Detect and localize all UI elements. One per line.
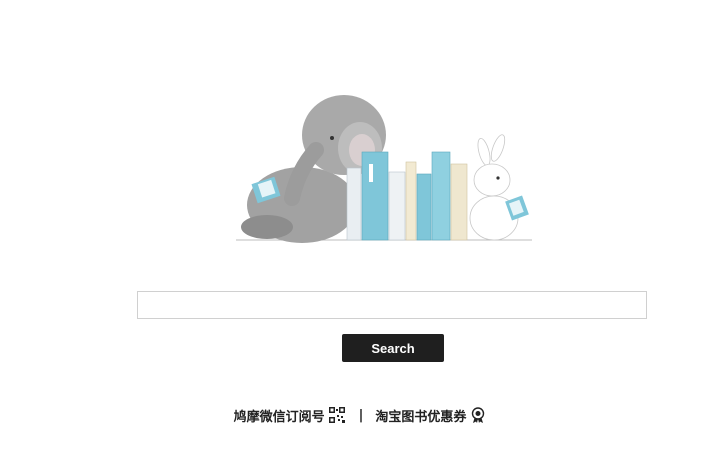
footer-links: 鸠摩微信订阅号 | 淘宝图书优惠券 xyxy=(0,403,720,427)
coupon-badge-icon xyxy=(472,407,485,423)
qr-code-icon xyxy=(328,407,345,423)
search-input[interactable] xyxy=(137,291,647,319)
elephant-rabbit-reading-illustration xyxy=(236,95,532,243)
books-row xyxy=(346,151,468,241)
wechat-subscription-label: 鸠摩微信订阅号 xyxy=(233,409,325,425)
taobao-coupon-label: 淘宝图书优惠券 xyxy=(375,409,467,425)
rabbit-figure xyxy=(469,134,529,241)
taobao-coupon-link[interactable]: 淘宝图书优惠券 xyxy=(375,406,486,425)
search-button[interactable]: Search xyxy=(342,334,444,362)
footer-separator: | xyxy=(358,407,364,423)
page: Search 鸠摩微信订阅号 | 淘宝图书优惠券 xyxy=(0,0,720,469)
wechat-subscription-link[interactable]: 鸠摩微信订阅号 xyxy=(234,406,345,425)
